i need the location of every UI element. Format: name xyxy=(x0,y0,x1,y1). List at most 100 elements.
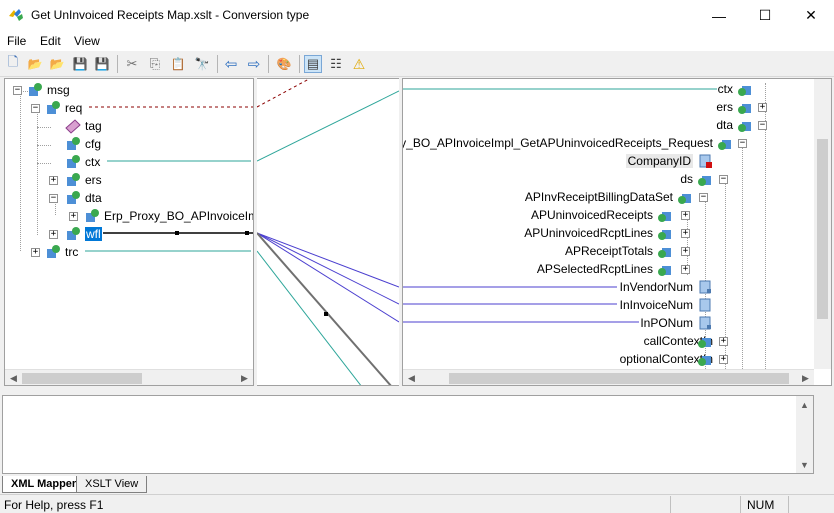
field-node-icon xyxy=(699,298,711,312)
target-vscrollbar[interactable] xyxy=(814,79,831,369)
find-icon: 🔭 xyxy=(194,57,210,71)
tab-label: XSLT View xyxy=(85,478,139,490)
tab-xslt-view[interactable]: XSLT View xyxy=(76,476,148,493)
expander-target-dataset[interactable]: − xyxy=(699,193,708,202)
open-file-2-button[interactable]: 📂 xyxy=(48,55,66,73)
scroll-down-icon[interactable]: ▼ xyxy=(796,456,813,473)
element-node-icon xyxy=(698,338,711,348)
close-icon: ✕ xyxy=(805,7,817,23)
save-button[interactable]: 💾 xyxy=(71,55,89,73)
status-cell-empty xyxy=(670,496,740,513)
copy-button[interactable]: ⎘ xyxy=(146,55,164,73)
mapping-canvas[interactable] xyxy=(257,78,399,386)
menu-file[interactable]: File xyxy=(7,34,26,48)
app-icon xyxy=(9,9,23,21)
close-button[interactable]: ✕ xyxy=(788,0,834,31)
new-file-button[interactable]: 🗋 xyxy=(4,54,22,73)
target-node-uninvoiced-receipts[interactable]: APUninvoicedReceipts xyxy=(531,208,653,222)
target-node-dta[interactable]: dta xyxy=(716,118,733,132)
target-node-ers[interactable]: ers xyxy=(716,100,733,114)
warning-icon: ⚠ xyxy=(352,55,366,72)
tab-xml-mapper[interactable]: XML Mapper xyxy=(2,476,86,493)
minimize-button[interactable]: — xyxy=(696,0,742,31)
status-bar: For Help, press F1 NUM xyxy=(0,494,834,513)
target-link-lines xyxy=(403,88,717,323)
target-node-receipt-totals[interactable]: APReceiptTotals xyxy=(565,244,653,258)
scroll-left-icon[interactable]: ◀ xyxy=(403,370,420,385)
target-hscroll-thumb[interactable] xyxy=(449,373,789,384)
element-node-icon xyxy=(658,230,671,240)
target-node-uninvoiced-rcpt-lines[interactable]: APUninvoicedRcptLines xyxy=(524,226,653,240)
mapper-view-button[interactable]: ▤ xyxy=(304,55,322,73)
menu-edit[interactable]: Edit xyxy=(40,34,61,48)
expander-target-receipt-totals[interactable]: + xyxy=(681,247,690,256)
target-tree-panel[interactable]: ctx ers + dta − oxy_BO_APInvoiceImpl_Get… xyxy=(402,78,832,386)
view-tabs: XML Mapper XSLT View xyxy=(0,474,834,494)
maximize-icon: ☐ xyxy=(758,7,772,23)
target-node-ininvoicenum[interactable]: InInvoiceNum xyxy=(620,298,693,312)
element-node-icon xyxy=(658,248,671,258)
target-node-invendornum[interactable]: InVendorNum xyxy=(620,280,693,294)
title-bar: Get UnInvoiced Receipts Map.xslt - Conve… xyxy=(0,0,834,31)
save-all-button[interactable]: 💾 xyxy=(93,55,111,73)
expander-target-callcontextin[interactable]: + xyxy=(719,337,728,346)
scroll-left-icon[interactable]: ◀ xyxy=(5,370,22,385)
source-hscroll-thumb[interactable] xyxy=(22,373,142,384)
output-pane[interactable]: ▲ ▼ xyxy=(2,395,814,474)
cut-button[interactable]: ✂ xyxy=(123,55,141,73)
expander-target-ds[interactable]: − xyxy=(719,175,728,184)
field-node-icon xyxy=(699,280,711,294)
find-button[interactable]: 🔭 xyxy=(193,55,211,73)
palette-button[interactable]: 🎨 xyxy=(275,55,293,73)
maximize-button[interactable]: ☐ xyxy=(742,0,788,31)
target-vscroll-thumb[interactable] xyxy=(817,139,828,319)
target-node-request[interactable]: oxy_BO_APInvoiceImpl_GetAPUninvoicedRece… xyxy=(403,136,713,150)
forward-button[interactable]: ⇨ xyxy=(245,55,263,73)
element-node-icon xyxy=(678,194,691,204)
expander-target-ers[interactable]: + xyxy=(758,103,767,112)
element-node-icon xyxy=(738,86,751,96)
output-vscrollbar[interactable]: ▲ ▼ xyxy=(796,396,813,473)
target-node-companyid[interactable]: CompanyID xyxy=(625,154,693,168)
scroll-right-icon[interactable]: ▶ xyxy=(236,370,253,385)
expander-target-dta[interactable]: − xyxy=(758,121,767,130)
source-link-lines xyxy=(85,106,253,252)
expander-target-uninvoiced-receipts[interactable]: + xyxy=(681,211,690,220)
source-hscrollbar[interactable]: ◀ ▶ xyxy=(5,369,253,385)
scroll-up-icon[interactable]: ▲ xyxy=(796,396,813,413)
back-button[interactable]: ⇦ xyxy=(222,55,240,73)
target-node-inponum[interactable]: InPONum xyxy=(640,316,693,330)
source-tree-panel[interactable]: − msg − req tag cfg ctx + ers − dta + Er… xyxy=(4,78,254,386)
field-node-icon xyxy=(699,316,711,330)
target-node-dataset[interactable]: APInvReceiptBillingDataSet xyxy=(525,190,673,204)
tree-line xyxy=(742,139,743,369)
paste-icon: 📋 xyxy=(170,57,186,71)
palette-icon: 🎨 xyxy=(276,57,292,71)
minimize-icon: — xyxy=(712,7,726,24)
toolbar-separator xyxy=(217,55,218,73)
list-view-button[interactable]: ☷ xyxy=(327,55,345,73)
mapper-view-icon: ▤ xyxy=(306,56,320,71)
mapping-link-lines xyxy=(257,79,399,385)
toolbar-separator xyxy=(299,55,300,73)
menu-view[interactable]: View xyxy=(74,34,100,48)
element-node-icon xyxy=(738,104,751,114)
element-node-icon xyxy=(738,122,751,132)
expander-target-request[interactable]: − xyxy=(738,139,747,148)
target-node-ds[interactable]: ds xyxy=(680,172,693,186)
scroll-right-icon[interactable]: ▶ xyxy=(797,370,814,385)
tab-label: XML Mapper xyxy=(11,478,77,490)
element-node-icon xyxy=(698,356,711,366)
expander-target-optionalcontextin[interactable]: + xyxy=(719,355,728,364)
open-file-button[interactable]: 📂 xyxy=(26,55,44,73)
target-node-ctx[interactable]: ctx xyxy=(718,82,733,96)
required-field-icon xyxy=(699,154,712,168)
target-node-selected-rcpt-lines[interactable]: APSelectedRcptLines xyxy=(537,262,653,276)
paste-button[interactable]: 📋 xyxy=(169,55,187,73)
element-node-icon xyxy=(658,212,671,222)
list-view-icon: ☷ xyxy=(330,56,342,71)
warning-button[interactable]: ⚠ xyxy=(350,55,368,73)
expander-target-selected-rcpt-lines[interactable]: + xyxy=(681,265,690,274)
expander-target-uninvoiced-rcpt-lines[interactable]: + xyxy=(681,229,690,238)
target-hscrollbar[interactable]: ◀ ▶ xyxy=(403,369,814,385)
